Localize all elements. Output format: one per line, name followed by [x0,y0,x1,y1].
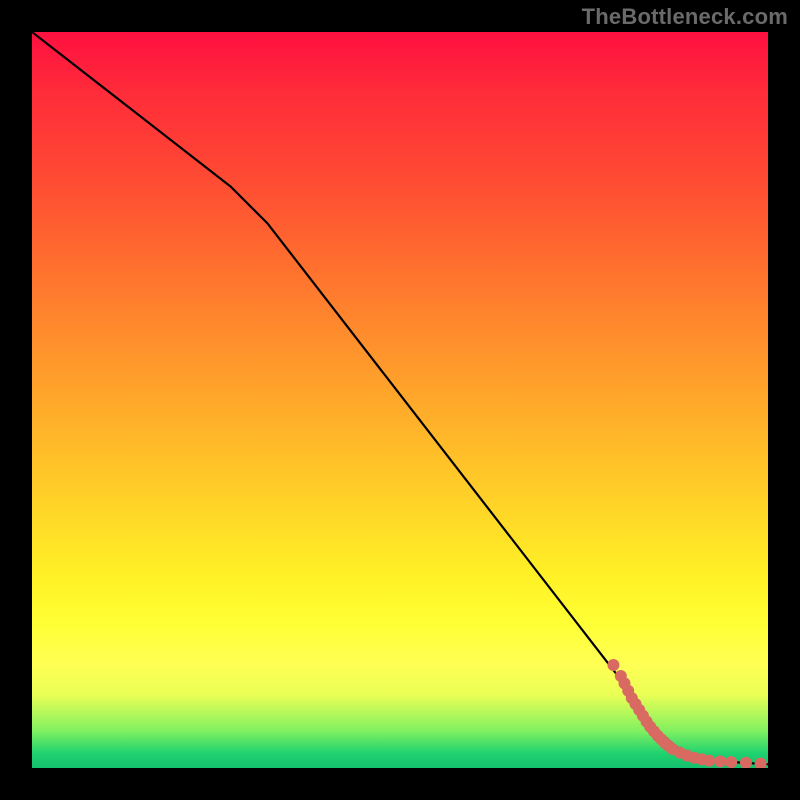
data-dot [714,755,726,767]
chart-frame: TheBottleneck.com [0,0,800,800]
data-dot [607,659,619,671]
plot-area [32,32,768,768]
attribution-text: TheBottleneck.com [582,4,788,30]
dots-group [607,659,766,768]
data-dot [755,758,767,768]
data-dot [725,756,737,768]
data-dot [703,755,715,767]
data-dot [740,757,752,768]
chart-svg [32,32,768,768]
curve-path [32,32,768,764]
